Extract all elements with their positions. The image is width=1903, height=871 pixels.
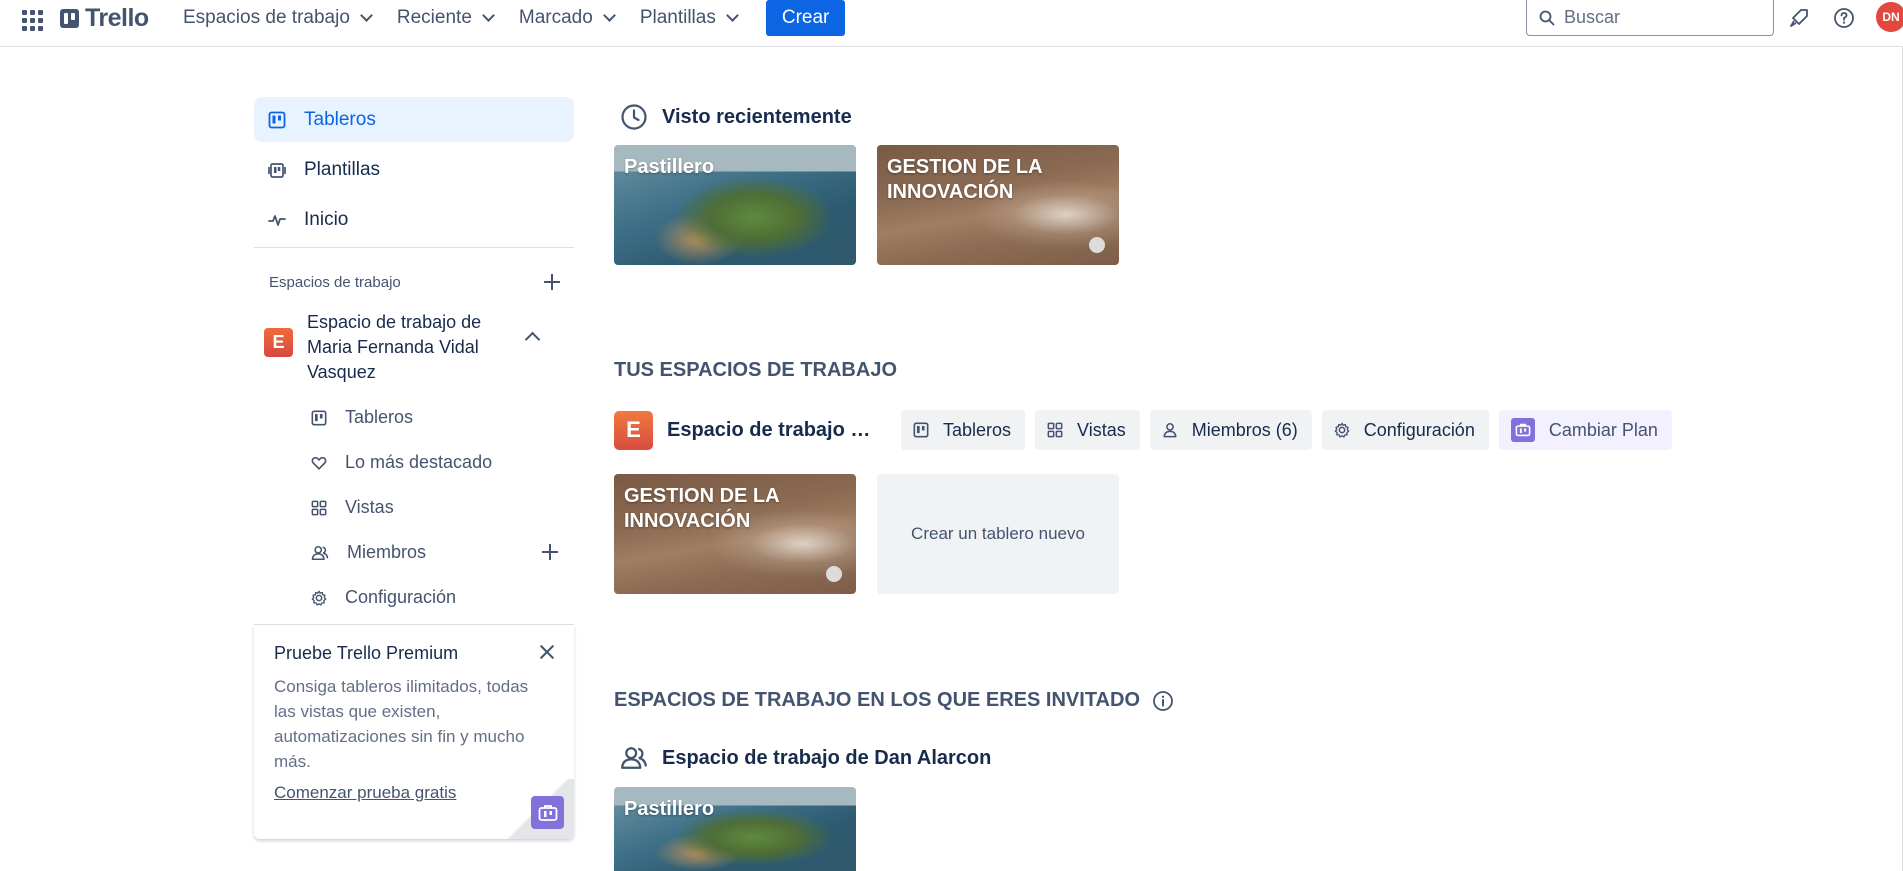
workspace-badge: E — [614, 410, 653, 450]
board-status-dot — [826, 566, 842, 582]
promo-title: Pruebe Trello Premium — [274, 643, 459, 663]
board-tile[interactable]: Pastillero — [614, 145, 856, 265]
boards-icon — [913, 422, 929, 438]
premium-briefcase-icon — [531, 796, 564, 829]
workspaces-header: Espacios de trabajo — [254, 248, 574, 316]
menu-label: Reciente — [396, 7, 472, 28]
trello-logo[interactable]: Trello — [60, 4, 149, 32]
info-icon[interactable] — [1152, 690, 1174, 712]
chip-label: Cambiar Plan — [1548, 419, 1658, 440]
board-title: Pastillero — [624, 798, 715, 820]
chevron-up-icon[interactable] — [524, 331, 541, 348]
premium-promo-card: Pruebe Trello Premium Consiga tableros i… — [254, 625, 574, 839]
workspace-subitem-members[interactable]: Miembros — [254, 530, 574, 575]
section-title: ESPACIOS DE TRABAJO EN LOS QUE ERES INVI… — [614, 689, 1140, 711]
workspace-members-button[interactable]: Miembros (6) — [1149, 410, 1312, 450]
members-icon — [620, 747, 648, 769]
workspace-name[interactable]: Espacio de trabajo d... — [667, 419, 877, 442]
workspace-subitem-highlights[interactable]: Lo más destacado — [254, 440, 574, 485]
chevron-down-icon — [482, 9, 495, 22]
chip-label: Vistas — [1077, 419, 1126, 440]
chip-label: Configuración — [1363, 419, 1475, 440]
subitem-label: Vistas — [345, 497, 394, 517]
workspace-row: E Espacio de trabajo d... Tableros Vista… — [614, 410, 1672, 450]
subitem-label: Tableros — [345, 407, 414, 427]
menu-starred[interactable]: Marcado — [506, 0, 627, 36]
workspace-name[interactable]: Espacio de trabajo de Dan Alarcon — [662, 747, 991, 770]
sidebar-item-boards[interactable]: Tableros — [254, 97, 574, 142]
logo-text: Trello — [85, 3, 149, 32]
change-plan-button[interactable]: Cambiar Plan — [1498, 410, 1672, 450]
board-status-dot — [1089, 237, 1105, 253]
members-icon — [311, 545, 329, 560]
start-free-trial-link[interactable]: Comenzar prueba gratis — [274, 783, 456, 803]
sidebar-item-label: Tableros — [304, 108, 376, 130]
close-icon[interactable] — [540, 645, 554, 659]
section-title: Visto recientemente — [662, 105, 852, 128]
create-board-label: Crear un tablero nuevo — [911, 524, 1085, 543]
workspace-settings-button[interactable]: Configuración — [1321, 410, 1489, 450]
guest-workspace-header: Espacio de trabajo de Dan Alarcon — [620, 745, 991, 771]
section-title: TUS ESPACIOS DE TRABAJO — [614, 359, 897, 381]
trello-logo-icon — [60, 8, 79, 28]
guest-workspaces-title: ESPACIOS DE TRABAJO EN LOS QUE ERES INVI… — [614, 689, 1174, 712]
heart-icon — [311, 456, 327, 470]
sidebar-item-label: Inicio — [304, 208, 349, 230]
sidebar-workspace[interactable]: E Espacio de trabajo de Maria Fernanda V… — [254, 310, 574, 385]
workspace-views-button[interactable]: Vistas — [1035, 410, 1140, 450]
activity-icon — [268, 214, 286, 226]
workspace-subitem-settings[interactable]: Configuración — [254, 575, 574, 620]
gear-icon — [311, 590, 327, 606]
apps-grid-icon[interactable] — [20, 8, 43, 31]
sidebar-item-templates[interactable]: Plantillas — [254, 147, 574, 192]
sidebar-item-label: Plantillas — [304, 158, 381, 180]
upgrade-icon — [1510, 418, 1535, 442]
views-grid-icon — [1047, 422, 1063, 438]
add-workspace-icon[interactable] — [544, 274, 560, 290]
menu-workspaces[interactable]: Espacios de trabajo — [170, 0, 384, 36]
subitem-label: Configuración — [345, 587, 457, 607]
subitem-label: Miembros — [347, 542, 427, 562]
create-new-board-tile[interactable]: Crear un tablero nuevo — [877, 474, 1119, 594]
sidebar-item-home[interactable]: Inicio — [254, 197, 574, 242]
promo-text: Consiga tableros ilimitados, todas las v… — [274, 677, 529, 771]
menu-label: Marcado — [518, 7, 593, 28]
workspaces-header-label: Espacios de trabajo — [269, 273, 401, 291]
board-title: GESTION DE LA INNOVACIÓN — [624, 485, 779, 532]
boards-icon — [311, 410, 327, 425]
your-workspaces-title: TUS ESPACIOS DE TRABAJO — [614, 359, 897, 382]
workspace-name: Espacio de trabajo de Maria Fernanda Vid… — [307, 312, 482, 382]
main-content: Visto recientemente Pastillero GESTION D… — [614, 0, 1903, 871]
chip-label: Miembros (6) — [1191, 419, 1298, 440]
chip-label: Tableros — [943, 419, 1012, 440]
board-tile[interactable]: GESTION DE LA INNOVACIÓN — [877, 145, 1119, 265]
subitem-label: Lo más destacado — [345, 452, 493, 472]
templates-icon — [268, 162, 286, 178]
workspace-subitem-views[interactable]: Vistas — [254, 485, 574, 530]
clock-icon — [621, 104, 647, 130]
boards-icon — [268, 111, 286, 128]
gear-icon — [1334, 422, 1350, 438]
chevron-down-icon — [360, 9, 373, 22]
workspace-subitem-boards[interactable]: Tableros — [254, 395, 574, 440]
recently-viewed-header: Visto recientemente — [620, 103, 852, 131]
board-tile[interactable]: Pastillero — [614, 787, 856, 871]
board-title: GESTION DE LA INNOVACIÓN — [887, 156, 1042, 203]
views-grid-icon — [311, 500, 327, 515]
add-member-icon[interactable] — [542, 544, 558, 560]
menu-label: Espacios de trabajo — [183, 7, 350, 28]
workspace-boards-button[interactable]: Tableros — [901, 410, 1026, 450]
sidebar: Tableros Plantillas Inicio Espacios de t… — [254, 97, 574, 839]
board-tile[interactable]: GESTION DE LA INNOVACIÓN — [614, 474, 856, 594]
workspace-badge: E — [264, 328, 293, 357]
board-title: Pastillero — [624, 156, 715, 178]
menu-recent[interactable]: Reciente — [384, 0, 506, 36]
member-icon — [1163, 423, 1177, 438]
